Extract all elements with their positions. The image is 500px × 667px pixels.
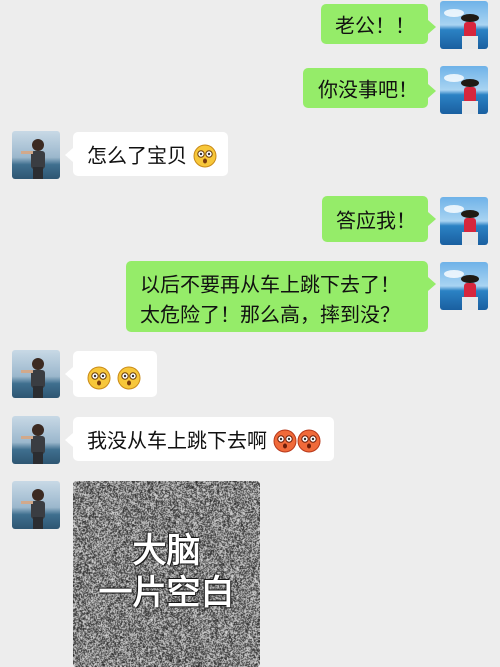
avatar-contact-image xyxy=(12,481,60,529)
message-bubble-incoming[interactable] xyxy=(65,351,157,397)
message-text: 以后不要再从车上跳下去了！太危险了！那么高，摔到没？ xyxy=(140,272,400,327)
message-bubble-incoming[interactable]: 我没从车上跳下去啊 xyxy=(65,417,334,461)
meme-caption-line2: 一片空白 xyxy=(98,573,235,613)
avatar-contact-image xyxy=(12,131,60,179)
avatar-self[interactable] xyxy=(440,1,488,49)
message-bubble-incoming[interactable]: 怎么了宝贝 xyxy=(65,132,228,176)
meme-caption-line1: 大脑 xyxy=(132,531,201,571)
shocked-face-icon xyxy=(87,366,111,390)
avatar-contact[interactable] xyxy=(12,481,60,529)
message-text: 怎么了宝贝 xyxy=(87,143,187,168)
avatar-contact[interactable] xyxy=(12,131,60,179)
message-text: 我没从车上跳下去啊 xyxy=(87,428,267,453)
message-bubble-outgoing[interactable]: 你没事吧！ xyxy=(303,68,436,108)
avatar-self-image xyxy=(440,262,488,310)
avatar-self-image xyxy=(440,66,488,114)
message-bubble-outgoing[interactable]: 老公！！ xyxy=(321,4,436,44)
avatar-contact[interactable] xyxy=(12,416,60,464)
shocked-face-icon xyxy=(193,144,217,168)
avatar-self[interactable] xyxy=(440,262,488,310)
angry-face-icon xyxy=(297,429,321,453)
avatar-contact-image xyxy=(12,350,60,398)
avatar-self[interactable] xyxy=(440,197,488,245)
message-text: 你没事吧！ xyxy=(318,77,418,102)
message-bubble-outgoing[interactable]: 答应我！ xyxy=(322,196,436,242)
avatar-contact-image xyxy=(12,416,60,464)
avatar-self-image xyxy=(440,197,488,245)
message-bubble-outgoing[interactable]: 以后不要再从车上跳下去了！太危险了！那么高，摔到没？ xyxy=(126,261,436,332)
message-text: 答应我！ xyxy=(336,208,416,233)
message-text: 老公！！ xyxy=(335,13,415,38)
avatar-self-image xyxy=(440,1,488,49)
angry-face-icon xyxy=(273,429,297,453)
avatar-contact[interactable] xyxy=(12,350,60,398)
meme-image[interactable]: 大脑 一片空白 xyxy=(73,481,260,667)
avatar-self[interactable] xyxy=(440,66,488,114)
shocked-face-icon xyxy=(117,366,141,390)
